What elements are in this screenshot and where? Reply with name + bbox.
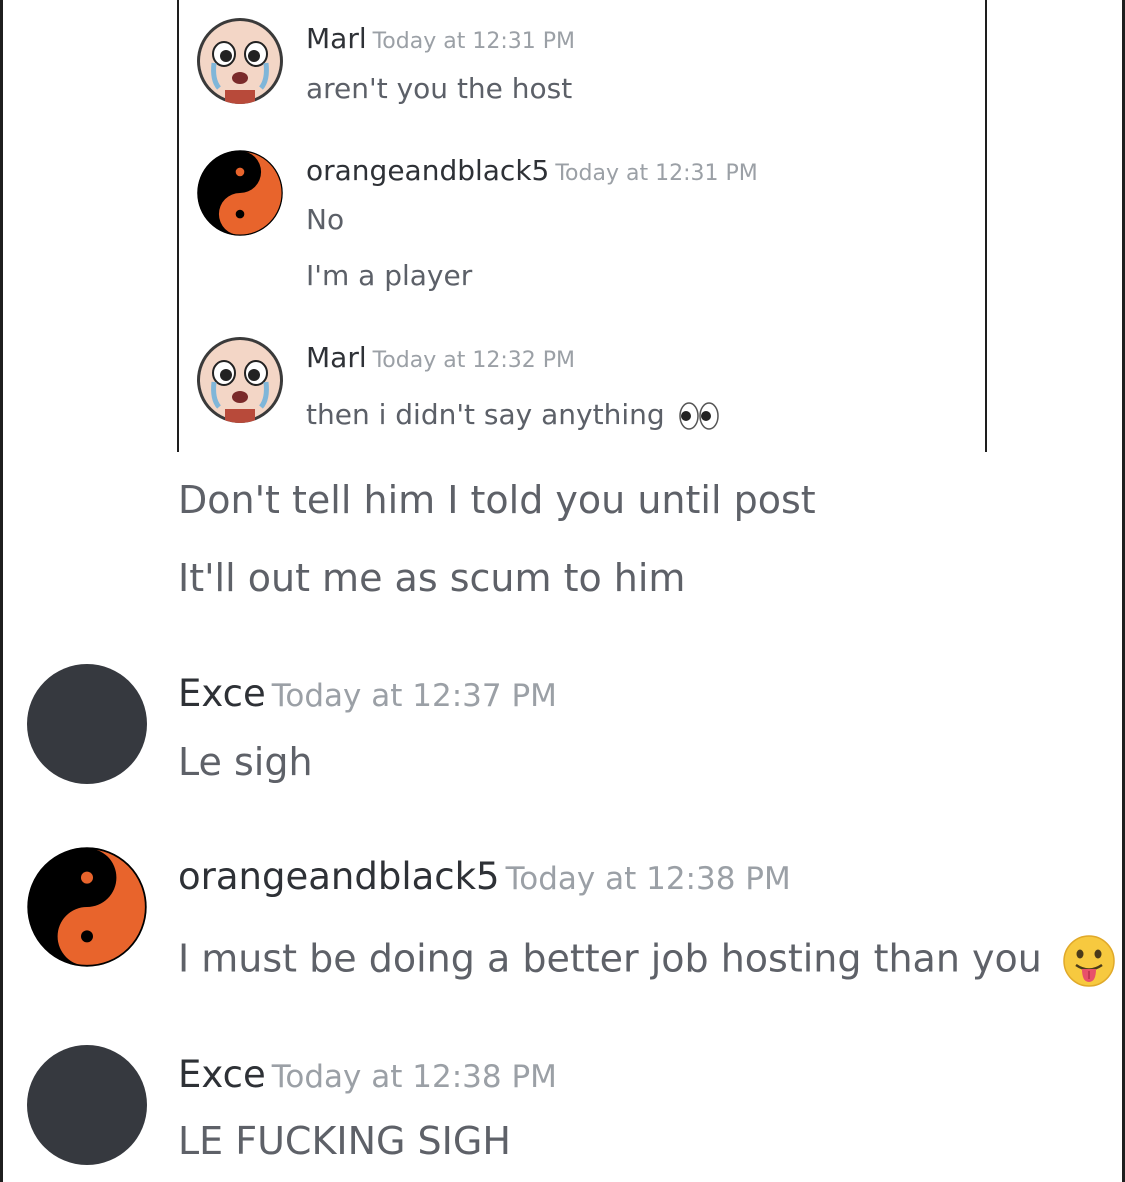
yin-yang-icon[interactable] [197,150,283,236]
author-line: Exce Today at 12:37 PM [178,672,557,715]
quoted-author-line: Marl Today at 12:31 PM [306,22,575,55]
username[interactable]: orangeandblack5 [306,154,549,187]
crying-baby-avatar-icon[interactable] [197,18,283,104]
message-text: aren't you the host [306,72,573,105]
left-border [0,0,3,1182]
quoted-author-line: Marl Today at 12:32 PM [306,341,575,374]
message-text: It'll out me as scum to him [178,556,686,600]
timestamp: Today at 12:38 PM [271,1059,557,1095]
username[interactable]: Marl [306,341,367,374]
timestamp: Today at 12:31 PM [372,29,575,54]
timestamp: Today at 12:38 PM [505,861,791,897]
tongue-out-emoji-icon [1062,934,1116,988]
message-text-line: then i didn't say anything [306,398,720,431]
username[interactable]: Exce [178,1053,266,1096]
eyes-emoji-icon [678,401,720,431]
message-text: then i didn't say anything [306,398,665,431]
message-text: I'm a player [306,259,473,292]
message-text: Don't tell him I told you until post [178,478,816,522]
author-line: Exce Today at 12:38 PM [178,1053,557,1096]
message-text: No [306,203,345,236]
timestamp: Today at 12:31 PM [555,161,758,186]
quoted-screenshot: Marl Today at 12:31 PM aren't you the hos… [177,0,987,452]
dark-circle-avatar[interactable] [27,664,147,784]
message-text: LE FUCKING SIGH [178,1119,511,1163]
message-text: I must be doing a better job hosting tha… [178,936,1042,981]
yin-yang-icon[interactable] [27,847,147,967]
username[interactable]: orangeandblack5 [178,855,500,898]
username[interactable]: Exce [178,672,266,715]
crying-baby-avatar-icon[interactable] [197,337,283,423]
username[interactable]: Marl [306,22,367,55]
message-text: Le sigh [178,740,313,784]
author-line: orangeandblack5 Today at 12:38 PM [178,855,791,898]
timestamp: Today at 12:37 PM [271,678,557,714]
quoted-author-line: orangeandblack5 Today at 12:31 PM [306,154,758,187]
message-text-line: I must be doing a better job hosting tha… [178,934,1116,988]
timestamp: Today at 12:32 PM [372,348,575,373]
dark-circle-avatar[interactable] [27,1045,147,1165]
